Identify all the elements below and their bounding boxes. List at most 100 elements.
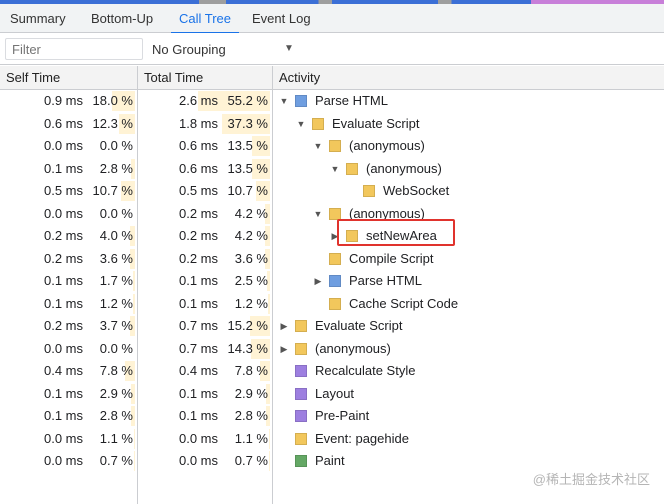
column-self-time[interactable]: Self Time [0, 66, 60, 90]
total-time-percent: 2.8 % [234, 408, 268, 423]
total-time-percent: 3.6 % [234, 250, 268, 266]
table-row[interactable]: 0.6 ms 12.3 % 1.8 ms 37.3 % ▼ Evaluate Script [0, 113, 664, 136]
table-row[interactable]: 0.0 ms 0.0 % 0.6 ms 13.5 % ▼ (anonymous) [0, 135, 664, 158]
table-row[interactable]: 0.4 ms 7.8 % 0.4 ms 7.8 % Recalculate Style [0, 360, 664, 383]
tab-summary[interactable]: Summary [10, 4, 66, 33]
tab-call-tree[interactable]: Call Tree [170, 4, 240, 34]
self-time-percent: 10.7 % [92, 183, 133, 198]
self-time-ms: 0.5 ms [43, 183, 83, 198]
self-time-ms: 0.4 ms [43, 363, 83, 378]
activity-label: Evaluate Script [315, 318, 403, 333]
expand-arrow-icon[interactable]: ▼ [312, 203, 324, 225]
self-time-bar [134, 451, 135, 471]
category-color-icon [329, 275, 341, 287]
table-row[interactable]: 0.0 ms 0.0 % 0.7 ms 14.3 % ▶ (anonymous) [0, 338, 664, 361]
total-time-percent: 14.3 % [227, 340, 268, 356]
expand-arrow-icon[interactable]: ▼ [312, 135, 324, 157]
total-time-percent: 55.2 % [227, 93, 268, 108]
category-color-icon [295, 95, 307, 107]
collapse-arrow-icon[interactable]: ▶ [278, 338, 290, 360]
table-header: Self Time Total Time Activity [0, 66, 664, 90]
total-time-percent: 1.1 % [234, 430, 268, 446]
total-time-bar [268, 428, 270, 449]
tab-event-log[interactable]: Event Log [252, 4, 311, 33]
table-row[interactable]: 0.0 ms 0.0 % 0.2 ms 4.2 % ▼ (anonymous) [0, 203, 664, 226]
activity-label: Pre-Paint [315, 408, 370, 423]
total-time-percent: 4.2 % [234, 205, 268, 221]
expand-arrow-icon[interactable]: ▼ [278, 90, 290, 112]
expand-arrow-icon[interactable]: ▼ [329, 158, 341, 180]
activity-label: Recalculate Style [315, 363, 416, 378]
self-time-percent: 2.8 % [99, 408, 133, 423]
table-row[interactable]: 0.0 ms 1.1 % 0.0 ms 1.1 % Event: pagehide [0, 428, 664, 451]
collapse-arrow-icon[interactable]: ▶ [312, 270, 324, 292]
total-time-ms: 0.0 ms [178, 453, 218, 468]
total-time-percent: 13.5 % [227, 138, 268, 153]
self-time-percent: 4.0 % [99, 228, 133, 243]
category-color-icon [329, 297, 341, 310]
category-color-icon [346, 162, 358, 175]
self-time-ms: 0.9 ms [43, 93, 83, 108]
activity-label: Event: pagehide [315, 430, 409, 446]
total-time-percent: 0.7 % [234, 453, 268, 468]
self-time-ms: 0.2 ms [43, 318, 83, 333]
table-row[interactable]: 0.1 ms 1.7 % 0.1 ms 2.5 % ▶ Parse HTML [0, 270, 664, 293]
self-time-ms: 0.0 ms [43, 205, 83, 221]
category-color-icon [295, 410, 307, 422]
table-row[interactable]: 0.1 ms 2.8 % 0.1 ms 2.8 % Pre-Paint [0, 405, 664, 428]
collapse-arrow-icon[interactable]: ▶ [278, 315, 290, 337]
category-color-icon [295, 387, 307, 400]
column-activity[interactable]: Activity [273, 66, 320, 90]
self-time-bar [132, 271, 135, 291]
total-time-percent: 15.2 % [227, 318, 268, 333]
total-time-percent: 7.8 % [234, 363, 268, 378]
self-time-bar [133, 293, 135, 314]
self-time-ms: 0.0 ms [43, 453, 83, 468]
activity-label: Compile Script [349, 250, 434, 266]
filter-input[interactable] [5, 38, 143, 60]
activity-label: Parse HTML [315, 93, 388, 108]
table-row[interactable]: 0.1 ms 2.8 % 0.6 ms 13.5 % ▼ (anonymous) [0, 158, 664, 181]
self-time-ms: 0.1 ms [43, 273, 83, 288]
self-time-percent: 0.0 % [99, 340, 133, 356]
table-row[interactable]: 0.1 ms 1.2 % 0.1 ms 1.2 % Cache Script Code [0, 293, 664, 316]
total-time-ms: 0.0 ms [178, 430, 218, 446]
table-row[interactable]: 0.5 ms 10.7 % 0.5 ms 10.7 % WebSocket [0, 180, 664, 203]
total-time-ms: 0.1 ms [178, 273, 218, 288]
tab-bottom-up[interactable]: Bottom-Up [91, 4, 153, 33]
self-time-percent: 3.7 % [99, 318, 133, 333]
activity-label: WebSocket [383, 183, 450, 198]
self-time-percent: 7.8 % [99, 363, 133, 378]
watermark: @稀土掘金技术社区 [532, 472, 650, 487]
total-time-ms: 0.6 ms [178, 160, 218, 176]
table-row[interactable]: 0.1 ms 2.9 % 0.1 ms 2.9 % Layout [0, 383, 664, 406]
expand-arrow-icon[interactable]: ▼ [295, 113, 307, 135]
panel-tabs: Summary Bottom-Up Call Tree Event Log [0, 4, 664, 34]
total-time-percent: 2.5 % [234, 273, 268, 288]
table-row[interactable]: 0.2 ms 4.0 % 0.2 ms 4.2 % ▶ setNewArea [0, 225, 664, 248]
self-time-percent: 0.7 % [99, 453, 133, 468]
table-row[interactable]: 0.9 ms 18.0 % 2.6 ms 55.2 % ▼ Parse HTML [0, 90, 664, 113]
highlight-annotation [337, 219, 455, 246]
category-color-icon [295, 432, 307, 445]
self-time-ms: 0.1 ms [43, 160, 83, 176]
category-color-icon [295, 320, 307, 332]
activity-label: Paint [315, 453, 345, 468]
total-time-ms: 0.1 ms [178, 295, 218, 311]
total-time-ms: 1.8 ms [178, 115, 218, 131]
category-color-icon [329, 207, 341, 220]
self-time-bar [133, 428, 135, 449]
self-time-percent: 0.0 % [99, 205, 133, 221]
self-time-percent: 3.6 % [99, 250, 133, 266]
column-total-time[interactable]: Total Time [138, 66, 203, 90]
grouping-select[interactable]: No Grouping [152, 41, 226, 59]
self-time-ms: 0.1 ms [43, 295, 83, 311]
total-time-percent: 13.5 % [227, 160, 268, 176]
self-time-percent: 1.7 % [99, 273, 133, 288]
self-time-ms: 0.0 ms [43, 430, 83, 446]
table-row[interactable]: 0.2 ms 3.6 % 0.2 ms 3.6 % Compile Script [0, 248, 664, 271]
total-time-ms: 0.4 ms [178, 363, 218, 378]
total-time-percent: 10.7 % [227, 183, 268, 198]
table-row[interactable]: 0.2 ms 3.7 % 0.7 ms 15.2 % ▶ Evaluate Script [0, 315, 664, 338]
dropdown-arrow-icon[interactable]: ▼ [284, 41, 294, 57]
